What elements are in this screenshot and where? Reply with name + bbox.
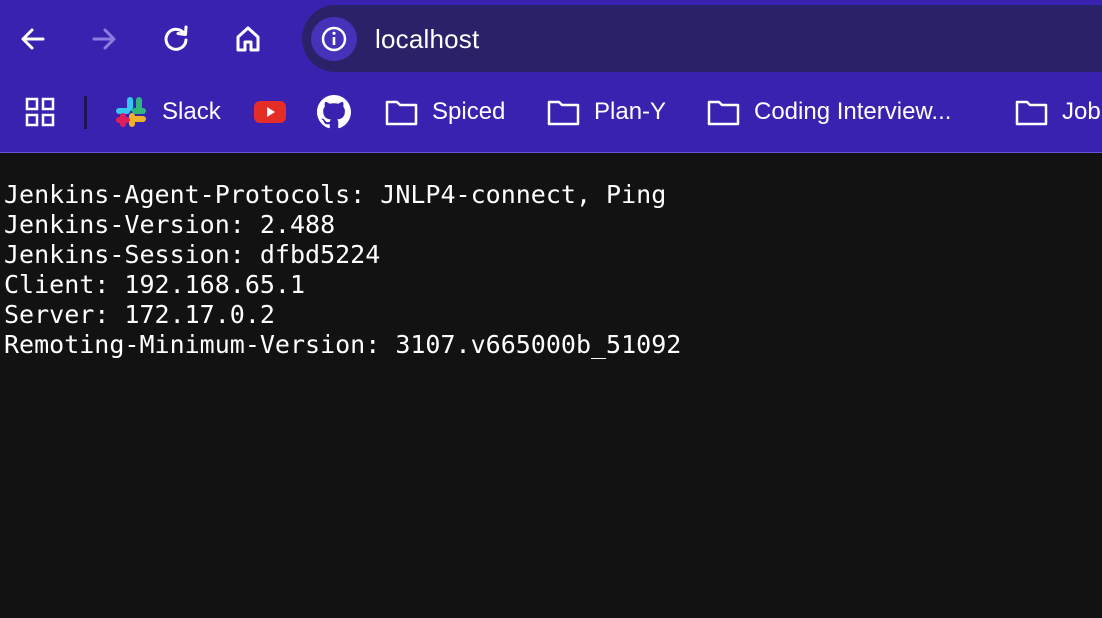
header-line: Server: 172.17.0.2: [4, 300, 275, 329]
header-line: Remoting-Minimum-Version: 3107.v665000b_…: [4, 330, 682, 359]
bookmarks-divider: [84, 96, 87, 129]
reload-icon: [164, 25, 188, 51]
bookmark-folder-coding-interview[interactable]: Coding Interview...: [707, 91, 951, 133]
address-bar[interactable]: localhost: [302, 5, 1102, 72]
bookmark-label: Plan-Y: [594, 98, 667, 125]
info-icon: [321, 26, 347, 52]
header-line: Jenkins-Version: 2.488: [4, 210, 336, 239]
header-line: Client: 192.168.65.1: [4, 270, 306, 299]
bookmark-label: Job: [1062, 98, 1101, 125]
arrow-right-icon: [92, 28, 116, 50]
bookmark-folder-job[interactable]: Job: [1015, 91, 1101, 133]
bookmarks-bar: Slack Spiced Plan-Y Coding Interview...: [0, 76, 1102, 153]
folder-icon: [385, 100, 418, 126]
folder-icon: [707, 100, 740, 126]
browser-toolbar: localhost: [0, 0, 1102, 76]
back-button[interactable]: [13, 19, 53, 59]
bookmark-label: Coding Interview...: [754, 98, 952, 125]
header-line: Jenkins-Agent-Protocols: JNLP4-connect, …: [4, 180, 667, 209]
bookmark-label: Spiced: [432, 98, 506, 125]
bookmark-label: Slack: [162, 98, 221, 125]
forward-button[interactable]: [84, 19, 124, 59]
arrow-left-icon: [21, 28, 45, 50]
bookmark-github[interactable]: [317, 91, 351, 133]
apps-button[interactable]: [24, 91, 56, 133]
slack-icon: [116, 97, 146, 127]
folder-icon: [547, 100, 580, 126]
bookmark-folder-plan-y[interactable]: Plan-Y: [547, 91, 666, 133]
bookmark-folder-spiced[interactable]: Spiced: [385, 91, 505, 133]
home-button[interactable]: [228, 19, 268, 59]
youtube-icon: [254, 101, 286, 123]
page-content: Jenkins-Agent-Protocols: JNLP4-connect, …: [0, 154, 1102, 618]
bookmark-slack[interactable]: Slack: [114, 91, 221, 133]
bookmark-youtube[interactable]: [254, 91, 286, 133]
reload-button[interactable]: [156, 19, 196, 59]
site-info-button[interactable]: [311, 17, 357, 61]
home-icon: [236, 26, 260, 52]
github-icon: [317, 95, 351, 129]
apps-grid-icon: [25, 97, 55, 127]
folder-icon: [1015, 100, 1048, 126]
header-line: Jenkins-Session: dfbd5224: [4, 240, 381, 269]
url-text[interactable]: localhost: [375, 24, 479, 55]
